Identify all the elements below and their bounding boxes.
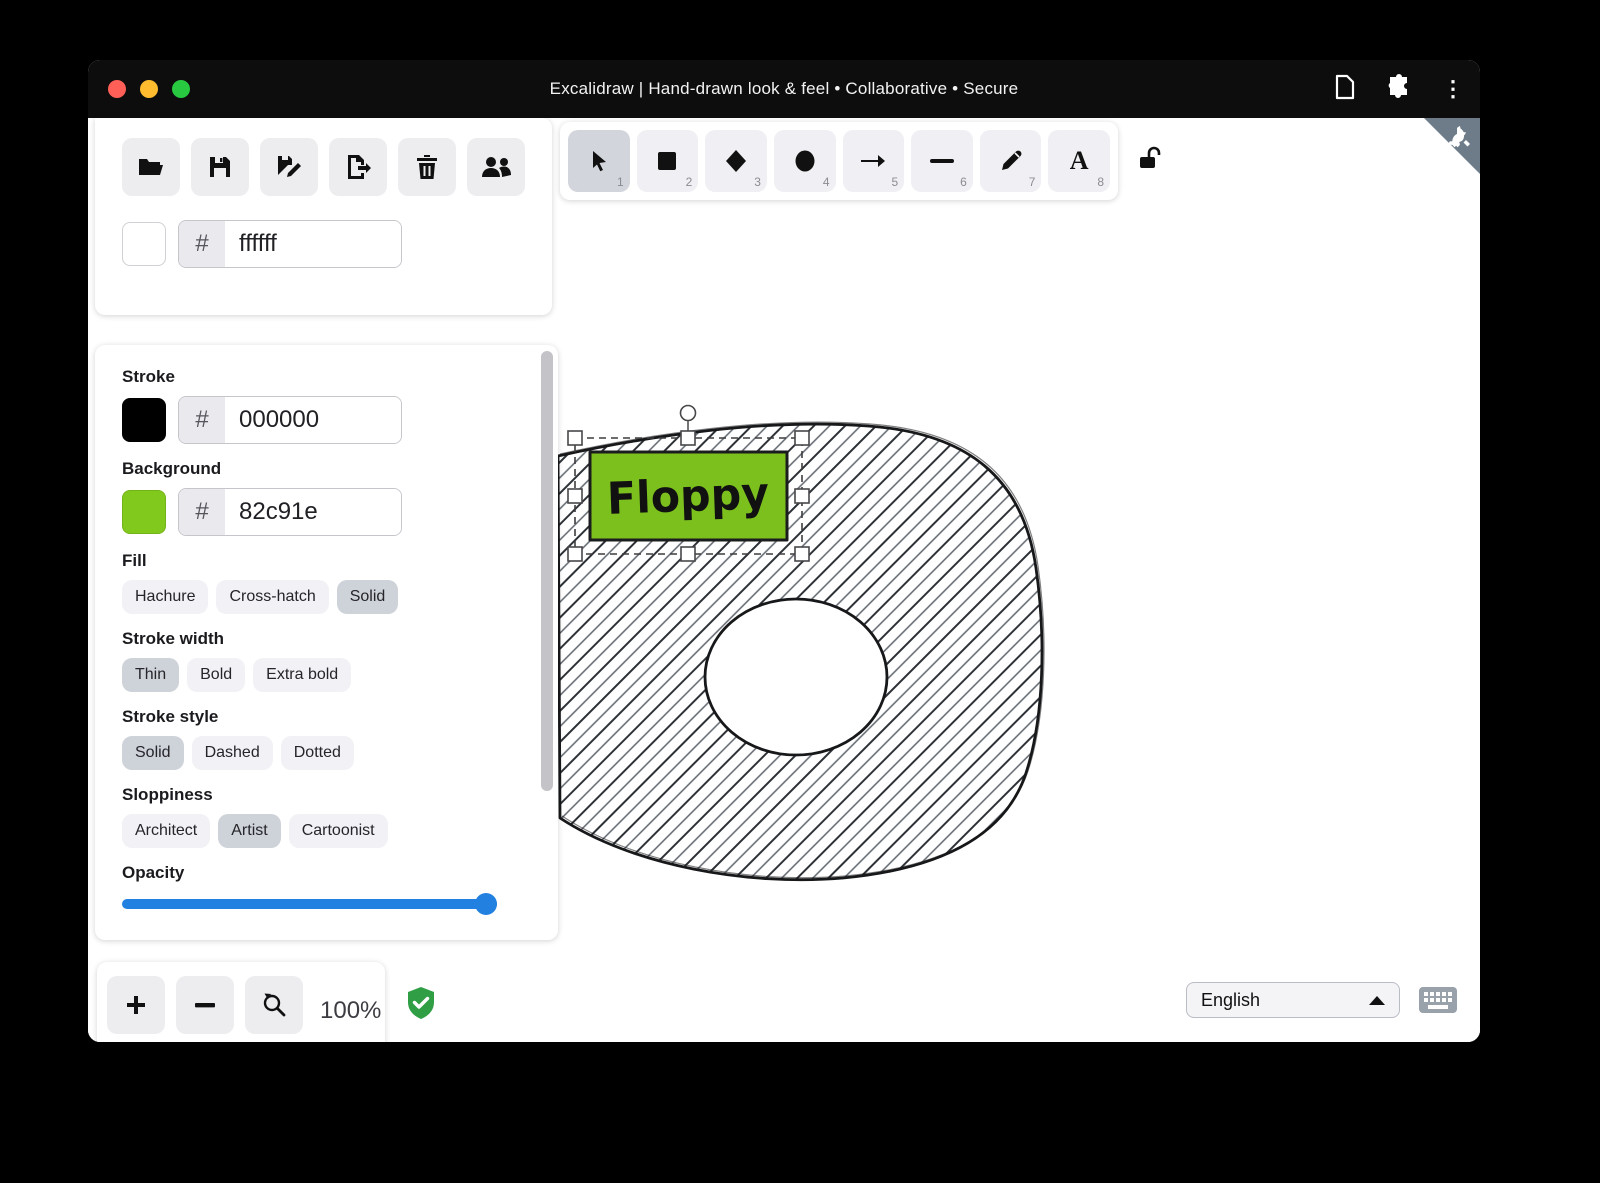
ellipse-icon [793,149,817,173]
floppy-label-text: Floppy [606,468,770,525]
sloppiness-artist-button[interactable]: Artist [218,814,280,848]
background-label: Background [122,459,558,479]
tool-rectangle[interactable]: 2 [637,130,699,192]
keep-tool-active-lock[interactable] [1136,144,1164,177]
document-icon[interactable] [1334,74,1356,105]
reset-zoom-button[interactable] [245,976,303,1034]
close-window-button[interactable] [108,80,126,98]
save-button[interactable] [191,138,249,196]
zoom-controls: 100% [97,962,385,1042]
github-corner[interactable] [1424,118,1480,174]
canvas-background-hex-input: # [178,220,402,268]
cursor-icon [587,149,611,173]
file-actions-panel: # [95,118,552,315]
fill-crosshatch-button[interactable]: Cross-hatch [216,580,328,614]
chevron-up-icon [1369,996,1385,1005]
tool-diamond[interactable]: 3 [705,130,767,192]
titlebar: Excalidraw | Hand-drawn look & feel • Co… [88,60,1480,118]
sloppiness-label: Sloppiness [122,785,558,805]
fill-label: Fill [122,551,558,571]
stroke-style-dashed-button[interactable]: Dashed [192,736,273,770]
tool-line[interactable]: 6 [911,130,973,192]
hash-prefix: # [179,221,225,267]
tool-text[interactable]: A 8 [1048,130,1110,192]
stroke-hex-value[interactable] [225,397,401,443]
encryption-status[interactable] [406,986,436,1025]
unlocked-padlock-icon [1136,144,1164,172]
tool-arrow[interactable]: 5 [843,130,905,192]
reset-zoom-icon [261,992,287,1018]
background-color-swatch[interactable] [122,490,166,534]
save-as-button[interactable] [260,138,318,196]
text-tool-icon: A [1070,146,1089,176]
extension-puzzle-icon[interactable] [1386,74,1412,105]
stroke-hex-input: # [178,396,402,444]
opacity-slider[interactable] [122,893,497,915]
minimize-window-button[interactable] [140,80,158,98]
stroke-color-swatch[interactable] [122,398,166,442]
opacity-slider-thumb[interactable] [475,893,497,915]
tool-selection[interactable]: 1 [568,130,630,192]
stroke-style-solid-button[interactable]: Solid [122,736,184,770]
canvas-background-hex-value[interactable] [225,221,401,267]
kebab-menu-icon[interactable]: ⋮ [1442,78,1464,100]
diamond-icon [724,149,748,173]
keyboard-icon [1418,986,1458,1014]
window-title: Excalidraw | Hand-drawn look & feel • Co… [550,79,1019,99]
zoom-level: 100% [320,997,381,1025]
stroke-label: Stroke [122,367,558,387]
language-value: English [1201,990,1369,1011]
clear-canvas-button[interactable] [398,138,456,196]
floppy-hub-hole [705,599,887,755]
background-hex-value[interactable] [225,489,401,535]
sloppiness-cartoonist-button[interactable]: Cartoonist [289,814,388,848]
rectangle-icon [656,150,678,172]
zoom-out-button[interactable] [176,976,234,1034]
shape-toolbar: 1 2 3 4 5 6 7 [560,122,1118,200]
arrow-icon [860,153,886,169]
pencil-icon [999,149,1023,173]
panel-scrollbar[interactable] [541,351,553,791]
sloppiness-architect-button[interactable]: Architect [122,814,210,848]
line-icon [929,158,955,164]
tool-ellipse[interactable]: 4 [774,130,836,192]
background-hex-input: # [178,488,402,536]
export-button[interactable] [329,138,387,196]
stroke-width-thin-button[interactable]: Thin [122,658,179,692]
element-properties-panel: Stroke # Background # [95,345,558,940]
open-file-button[interactable] [122,138,180,196]
fill-solid-button[interactable]: Solid [337,580,399,614]
minus-icon [194,1002,216,1008]
app-window: Excalidraw | Hand-drawn look & feel • Co… [88,60,1480,1042]
zoom-window-button[interactable] [172,80,190,98]
opacity-label: Opacity [122,863,558,883]
collaborators-button[interactable] [467,138,525,196]
canvas-background-swatch[interactable] [122,222,166,266]
plus-icon [125,994,147,1016]
fill-hachure-button[interactable]: Hachure [122,580,208,614]
traffic-lights [108,80,190,98]
tool-draw[interactable]: 7 [980,130,1042,192]
stroke-style-dotted-button[interactable]: Dotted [281,736,354,770]
canvas-area[interactable]: Floppy [88,118,1480,1042]
stroke-style-label: Stroke style [122,707,558,727]
language-select[interactable]: English [1186,982,1400,1018]
encrypted-shield-icon [406,986,436,1020]
stroke-width-extrabold-button[interactable]: Extra bold [253,658,351,692]
zoom-in-button[interactable] [107,976,165,1034]
stroke-width-label: Stroke width [122,629,558,649]
rotate-handle [681,406,696,421]
keyboard-shortcuts-button[interactable] [1418,986,1458,1019]
stroke-width-bold-button[interactable]: Bold [187,658,245,692]
